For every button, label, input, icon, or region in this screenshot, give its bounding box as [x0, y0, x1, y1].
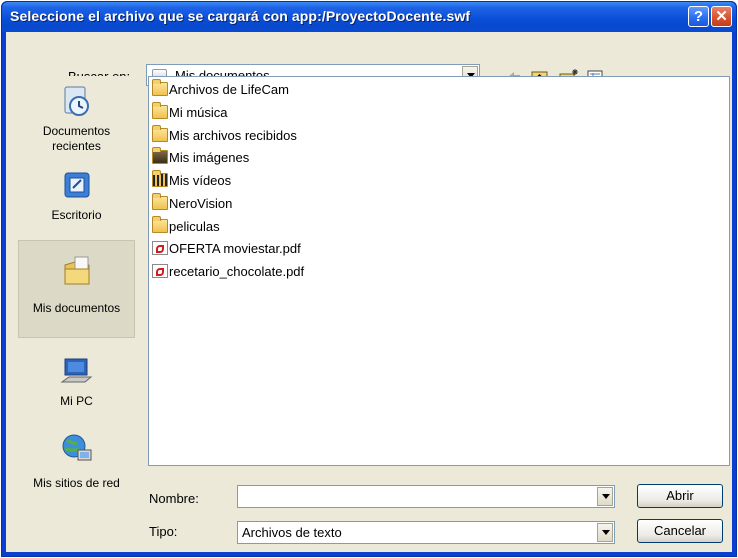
file-name: Mi música: [169, 105, 228, 120]
filename-dropdown-arrow[interactable]: [597, 487, 613, 506]
filetype-value: Archivos de texto: [242, 525, 342, 540]
file-name: Mis archivos recibidos: [169, 128, 297, 143]
pdf-file-icon: [152, 241, 168, 255]
place-desktop[interactable]: Escritorio: [18, 168, 135, 238]
file-name: Mis vídeos: [169, 173, 232, 188]
place-label: Documentos: [42, 124, 111, 138]
filetype-label: Tipo:: [149, 524, 178, 539]
videos-folder-icon: [152, 170, 168, 187]
music-folder-icon: [152, 102, 168, 119]
place-label: Mi PC: [60, 394, 93, 408]
place-my-documents[interactable]: Mis documentos: [18, 240, 135, 338]
place-label: Escritorio: [51, 208, 102, 222]
dialog-body: Buscar en: Mis documentos Documentos rec…: [6, 32, 732, 552]
file-name: Archivos de LifeCam: [169, 82, 289, 97]
cancel-button[interactable]: Cancelar: [637, 519, 723, 543]
network-places-icon: [62, 434, 91, 461]
my-computer-icon: [59, 358, 92, 383]
place-network-places[interactable]: Mis sitios de red: [18, 432, 135, 512]
file-name: OFERTA moviestar.pdf: [169, 241, 301, 256]
places-bar: Documentos recientes Escritorio Mis docu…: [18, 76, 135, 542]
pdf-file-icon: [152, 264, 168, 278]
place-recent-documents[interactable]: Documentos recientes: [18, 84, 135, 166]
file-name: Mis imágenes: [169, 150, 250, 165]
filename-field[interactable]: [237, 485, 615, 508]
filetype-dropdown-arrow[interactable]: [597, 523, 613, 542]
place-label-2: recientes: [52, 139, 101, 153]
folder-icon: [152, 216, 168, 233]
filename-label: Nombre:: [149, 491, 199, 506]
folder-icon: [152, 193, 168, 210]
window-title: Seleccione el archivo que se cargará con…: [10, 8, 471, 24]
folder-icon: [152, 79, 168, 96]
open-button[interactable]: Abrir: [637, 484, 723, 508]
folder-icon: [152, 125, 168, 142]
my-documents-folder-icon: [64, 256, 89, 285]
title-bar[interactable]: Seleccione el archivo que se cargará con…: [2, 2, 736, 32]
file-name: recetario_chocolate.pdf: [169, 264, 305, 279]
file-open-dialog: Seleccione el archivo que se cargará con…: [1, 1, 737, 557]
recent-documents-icon: [64, 86, 89, 116]
place-label: Mis documentos: [32, 301, 121, 315]
help-button[interactable]: ?: [688, 6, 709, 27]
file-name: NeroVision: [169, 196, 233, 211]
file-list[interactable]: Archivos de LifeCam Mi música Mis archiv…: [148, 76, 730, 466]
close-button[interactable]: ✕: [711, 6, 732, 27]
place-my-computer[interactable]: Mi PC: [18, 354, 135, 424]
place-label: Mis sitios de red: [33, 476, 120, 490]
filetype-dropdown[interactable]: Archivos de texto: [237, 521, 615, 544]
file-name: peliculas: [169, 219, 220, 234]
desktop-icon: [64, 172, 89, 198]
pictures-folder-icon: [152, 147, 168, 164]
